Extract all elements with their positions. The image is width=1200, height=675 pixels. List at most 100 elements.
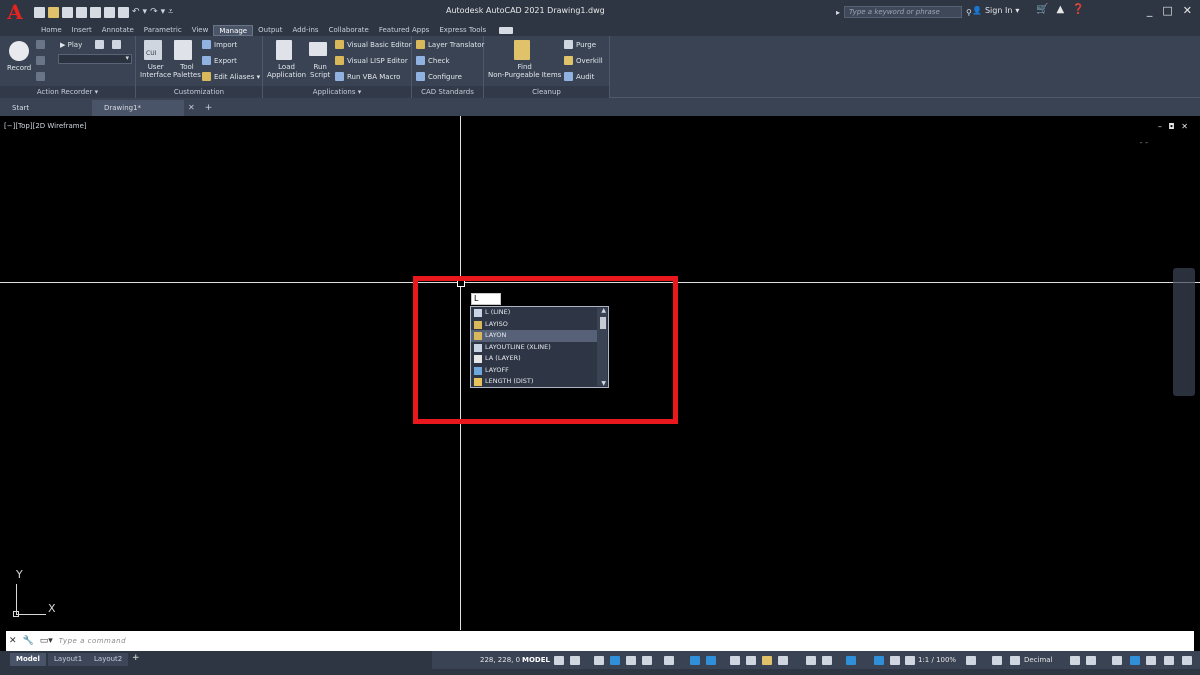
workspace-gear-icon[interactable]	[966, 656, 976, 665]
annotation-scale-icon[interactable]	[905, 656, 915, 665]
import-button[interactable]: Import	[214, 41, 237, 49]
overkill-icon[interactable]	[564, 56, 573, 65]
3d-osnap-icon[interactable]	[778, 656, 788, 665]
search-expand-icon[interactable]: ▸	[836, 8, 840, 17]
hardware-acceleration-icon[interactable]	[1130, 656, 1140, 665]
redo-dropdown-icon[interactable]: ▾	[161, 7, 166, 17]
edit-aliases-icon[interactable]	[202, 72, 211, 81]
insert-message-icon[interactable]	[36, 40, 45, 49]
base-point-icon[interactable]	[36, 72, 45, 81]
print-icon[interactable]	[118, 6, 129, 18]
customize-status-icon[interactable]	[1182, 656, 1192, 665]
add-layout-icon[interactable]: +	[132, 653, 140, 663]
visual-basic-editor-button[interactable]: Visual Basic Editor	[347, 41, 412, 49]
record-icon[interactable]	[9, 41, 29, 61]
cart-icon[interactable]: 🛒	[1036, 4, 1048, 15]
lineweight-icon[interactable]	[730, 656, 740, 665]
tab-annotate[interactable]: Annotate	[97, 25, 139, 36]
transparency-icon[interactable]	[746, 656, 756, 665]
layout-tab-layout2[interactable]: Layout2	[88, 653, 129, 666]
new-file-icon[interactable]	[34, 6, 45, 18]
open-file-icon[interactable]	[48, 6, 59, 18]
ribbon-minimize-icon[interactable]	[499, 26, 514, 34]
run-vba-macro-button[interactable]: Run VBA Macro	[347, 73, 400, 81]
infer-constraints-icon[interactable]	[594, 656, 604, 665]
isolate-objects-icon[interactable]	[1112, 656, 1122, 665]
autocad-logo-icon[interactable]: A	[0, 0, 30, 24]
navigation-bar[interactable]	[1173, 268, 1195, 396]
load-application-button[interactable]: Load Application	[267, 63, 306, 79]
close-icon[interactable]: ✕	[1183, 4, 1192, 17]
layout-tab-layout1[interactable]: Layout1	[48, 653, 89, 666]
redo-icon[interactable]: ↷	[150, 7, 158, 17]
gizmo-icon[interactable]	[846, 656, 856, 665]
tab-close-icon[interactable]: ✕	[188, 100, 195, 116]
record-button[interactable]: Record	[7, 64, 31, 72]
tab-view[interactable]: View	[187, 25, 214, 36]
export-button[interactable]: Export	[214, 57, 237, 65]
tab-start[interactable]: Start	[0, 100, 92, 116]
vba-editor-icon[interactable]	[335, 40, 344, 49]
save-as-icon[interactable]	[76, 6, 87, 18]
units-icon[interactable]	[1010, 656, 1020, 665]
maximize-icon[interactable]: □	[1162, 4, 1172, 17]
command-prompt[interactable]: Type a command	[59, 637, 126, 645]
graphics-performance-icon[interactable]	[1146, 656, 1156, 665]
dynamic-input-icon[interactable]	[610, 656, 620, 665]
command-line-close-icon[interactable]: ✕	[9, 636, 17, 646]
customize-qat-icon[interactable]: ⩡	[168, 7, 173, 17]
tab-collaborate[interactable]: Collaborate	[324, 25, 374, 36]
command-line[interactable]: ✕ 🔧 ▭▾ Type a command	[6, 631, 1194, 651]
command-line-customize-icon[interactable]: 🔧	[23, 636, 34, 646]
overkill-button[interactable]: Overkill	[576, 57, 603, 65]
configure-button[interactable]: Configure	[428, 73, 462, 81]
check-icon[interactable]	[416, 56, 425, 65]
configure-icon[interactable]	[416, 72, 425, 81]
annotation-scale-readout[interactable]: 1:1 / 100%	[918, 656, 956, 664]
search-icon[interactable]: ⚲	[966, 8, 972, 17]
load-application-icon[interactable]	[276, 40, 292, 60]
selection-cycling-icon[interactable]	[762, 656, 772, 665]
macro-select[interactable]: ▾	[58, 54, 132, 64]
tab-home[interactable]: Home	[36, 25, 67, 36]
minimize-icon[interactable]: _	[1147, 4, 1153, 17]
request-input-icon[interactable]	[36, 56, 45, 65]
web-mobile-icon[interactable]	[90, 6, 101, 18]
panel-title-action-recorder[interactable]: Action Recorder ▾	[0, 86, 135, 98]
coordinates-readout[interactable]: 228, 228, 0	[480, 656, 520, 664]
autodesk-app-icon[interactable]: ▲	[1056, 4, 1064, 15]
audit-icon[interactable]	[564, 72, 573, 81]
viewport-controls-label[interactable]: [−][Top][2D Wireframe]	[4, 122, 87, 130]
ortho-icon[interactable]	[626, 656, 636, 665]
cui-icon[interactable]: CUI	[144, 40, 162, 60]
recent-commands-icon[interactable]: ▭▾	[40, 636, 53, 646]
edit-aliases-button[interactable]: Edit Aliases ▾	[214, 73, 260, 81]
dynamic-ucs-icon[interactable]	[806, 656, 816, 665]
purge-button[interactable]: Purge	[576, 41, 596, 49]
viewport-window-controls[interactable]: – ◘ ✕	[1158, 122, 1190, 131]
undo-icon[interactable]: ↶	[132, 7, 140, 17]
units-readout[interactable]: Decimal	[1024, 656, 1053, 664]
preference-icon[interactable]	[95, 40, 104, 49]
layer-translator-button[interactable]: Layer Translator	[428, 41, 484, 49]
find-nonpurgeable-icon[interactable]	[514, 40, 530, 60]
auto-scale-icon[interactable]	[890, 656, 900, 665]
tool-palettes-icon[interactable]	[174, 40, 192, 60]
annotation-monitor-icon[interactable]	[992, 656, 1002, 665]
tool-palettes-button[interactable]: Tool Palettes	[173, 63, 201, 79]
polar-icon[interactable]	[642, 656, 652, 665]
run-script-icon[interactable]	[309, 42, 327, 56]
save-icon[interactable]	[62, 6, 73, 18]
tab-insert[interactable]: Insert	[67, 25, 97, 36]
model-space-button[interactable]: MODEL	[522, 656, 550, 664]
tab-parametric[interactable]: Parametric	[139, 25, 187, 36]
new-tab-icon[interactable]: +	[205, 100, 213, 116]
run-script-button[interactable]: Run Script	[310, 63, 330, 79]
object-snap-icon[interactable]	[706, 656, 716, 665]
tab-express-tools[interactable]: Express Tools	[434, 25, 491, 36]
sign-in-button[interactable]: 👤 Sign In ▾	[972, 6, 1019, 15]
manage-recordings-icon[interactable]	[112, 40, 121, 49]
tab-output[interactable]: Output	[253, 25, 287, 36]
tab-featured-apps[interactable]: Featured Apps	[374, 25, 434, 36]
audit-button[interactable]: Audit	[576, 73, 594, 81]
